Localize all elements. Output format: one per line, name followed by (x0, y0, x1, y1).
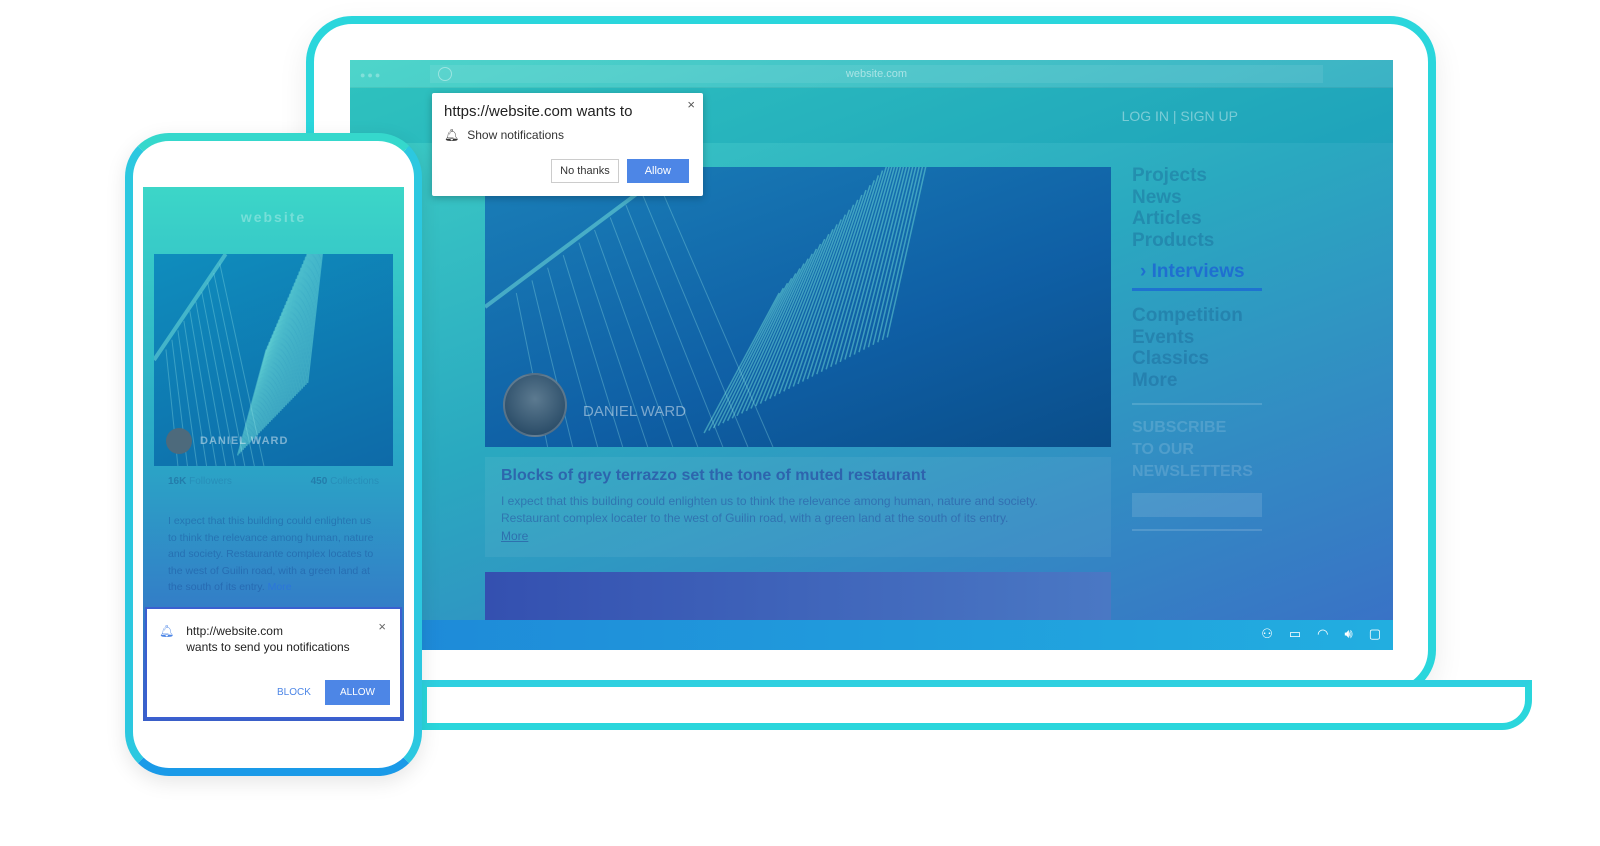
nav-item-label: Interviews (1151, 261, 1245, 282)
nav-item-articles[interactable]: Articles (1132, 208, 1262, 230)
more-link[interactable]: More (268, 581, 292, 593)
volume-icon[interactable]: 🔊︎ (1345, 626, 1353, 642)
phone-hero-image[interactable]: DANIEL WARD (152, 204, 393, 467)
author-name: DANIEL WARD (583, 403, 687, 420)
mobile-notification-prompt: 🔔︎ http://website.com wants to send you … (145, 607, 402, 719)
subscribe-line-2: TO OUR (1132, 441, 1194, 458)
stat-value: 16K (168, 476, 187, 487)
close-icon[interactable]: × (378, 619, 386, 634)
nav-item-news[interactable]: News (1132, 187, 1262, 209)
system-tray: ⚇ ▭ ◠ 🔊︎ ▢ (1261, 626, 1381, 642)
stat-collections: 450 Collections (311, 476, 379, 487)
article-body: I expect that this building could enligh… (501, 494, 1038, 525)
prompt-origin: http://website.com (186, 624, 283, 638)
prompt-text: http://website.com wants to send you not… (186, 623, 349, 655)
block-button[interactable]: BLOCK (277, 687, 311, 698)
divider (1132, 529, 1262, 531)
allow-button[interactable]: Allow (626, 159, 689, 183)
article-card: Blocks of grey terrazzo set the tone of … (485, 457, 1111, 557)
active-underline (1132, 288, 1262, 291)
laptop-base (420, 680, 1532, 730)
nav-item-classics[interactable]: Classics (1132, 348, 1262, 370)
nav-top: Projects News Articles Products (1132, 165, 1262, 251)
permission-label: Show notifications (467, 128, 564, 142)
taskbar: ⚇ ▭ ◠ 🔊︎ ▢ (350, 620, 1393, 650)
prompt-title: https://website.com wants to (444, 103, 633, 120)
nav-item-products[interactable]: Products (1132, 230, 1262, 252)
prompt-message: 🔔︎ http://website.com wants to send you … (159, 623, 388, 655)
nav-item-more[interactable]: More (1132, 370, 1262, 392)
wifi-icon[interactable]: ◠ (1317, 626, 1328, 642)
bell-icon: 🔔︎ (444, 128, 460, 142)
hero-image[interactable]: DANIEL WARD (485, 167, 1111, 447)
author-avatar (166, 428, 192, 454)
nav-item-events[interactable]: Events (1132, 327, 1262, 349)
bell-icon: 🔔︎ (159, 624, 175, 638)
chevron-right-icon: › (1140, 261, 1152, 282)
no-thanks-button[interactable]: No thanks (551, 159, 619, 183)
phone-site-title: website (240, 209, 307, 225)
bridge-illustration (485, 167, 927, 447)
browser-address-bar: ●●● website.com (350, 60, 1393, 88)
phone-stats: 16K Followers 450 Collections (168, 476, 379, 487)
url-field[interactable]: website.com (430, 65, 1323, 83)
stat-followers: 16K Followers (168, 476, 232, 487)
stat-value: 450 (310, 476, 328, 487)
message-icon[interactable]: ▢ (1369, 626, 1381, 642)
author-name: DANIEL WARD (200, 435, 289, 447)
people-icon[interactable]: ⚇ (1261, 626, 1273, 642)
stat-label: Followers (189, 476, 232, 487)
prompt-description: wants to send you notifications (186, 640, 350, 654)
phone-article-body: I expect that this building could enligh… (168, 513, 379, 596)
nav-item-competition[interactable]: Competition (1132, 305, 1262, 327)
author-avatar (503, 373, 567, 437)
stat-label: Collections (330, 476, 379, 487)
side-nav: Projects News Articles Products › Interv… (1132, 165, 1262, 543)
desktop-notification-prompt: https://website.com wants to 🔔︎ Show noti… (432, 93, 703, 196)
article-more-link[interactable]: More (501, 529, 528, 543)
login-signup-link[interactable]: LOG IN | SIGN UP (1122, 108, 1238, 124)
article-title[interactable]: Blocks of grey terrazzo set the tone of … (501, 467, 1095, 485)
battery-icon[interactable]: ▭ (1289, 626, 1301, 642)
prompt-permission: 🔔︎ Show notifications (444, 128, 691, 142)
nav-item-projects[interactable]: Projects (1132, 165, 1262, 187)
subscribe-line-1: SUBSCRIBE (1132, 419, 1227, 436)
window-controls[interactable]: ●●● (360, 70, 382, 80)
prompt-buttons: No thanks Allow (551, 159, 689, 183)
close-icon[interactable]: × (687, 97, 695, 112)
nav-item-interviews[interactable]: › Interviews (1140, 261, 1262, 286)
allow-button[interactable]: ALLOW (324, 680, 390, 705)
subscribe-line-3: NEWSLETTERS (1132, 463, 1253, 480)
newsletter-email-input[interactable] (1132, 493, 1262, 517)
divider (1132, 403, 1262, 405)
